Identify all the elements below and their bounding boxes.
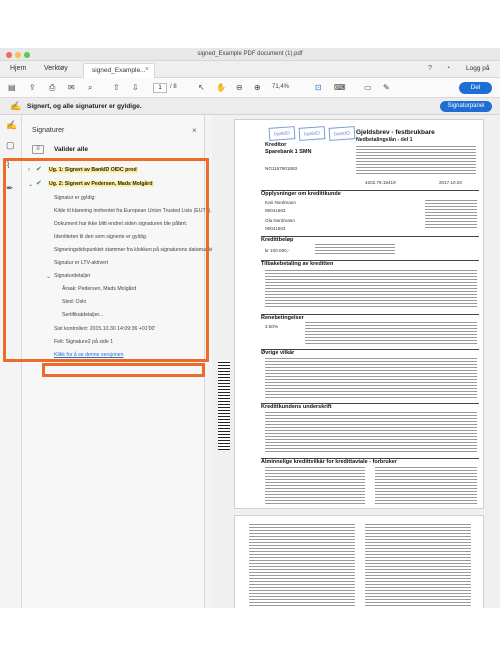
signature-panel-title: Signaturer: [32, 127, 65, 134]
signature-rail-icon[interactable]: ✍: [6, 120, 17, 131]
tab-tools[interactable]: Verktøy: [44, 65, 68, 72]
tab-home[interactable]: Hjem: [10, 65, 26, 72]
bankid-stamp: bankID: [328, 126, 356, 141]
bankid-stamp: bankID: [268, 126, 296, 141]
creditor-label: Kreditor: [265, 142, 287, 148]
next-page-icon[interactable]: ⇩: [132, 83, 139, 93]
mail-icon[interactable]: ✉: [68, 83, 75, 93]
form-icon[interactable]: ⌨: [334, 83, 346, 93]
document-subtitle: Nedbetalingslån - del 1: [356, 137, 413, 143]
create-file-icon[interactable]: ▤: [8, 83, 16, 93]
terms-text-block: [265, 358, 477, 398]
page2-right-column: [365, 524, 471, 608]
amount-text-block: [315, 244, 395, 254]
pdf-page-2: [234, 515, 484, 608]
customer-2-name: Ola Nordmann: [265, 218, 295, 223]
heading-text-block: [356, 146, 476, 174]
zoom-level[interactable]: 71,4%: [272, 84, 289, 90]
customer-1-name: Kari Nordmann: [265, 200, 296, 205]
repayment-text-block: [265, 270, 477, 308]
section-interest: Renebetingelser: [261, 314, 479, 321]
select-cursor-icon[interactable]: ↖: [198, 83, 205, 93]
bankid-stamp: bankID: [298, 126, 326, 141]
acrobat-window: signed_Example PDF document (1).pdf Hjem…: [0, 48, 500, 608]
upload-icon[interactable]: ⇪: [29, 83, 36, 93]
tab-row: Hjem Verktøy signed_Example... × ? ◔ Log…: [0, 61, 500, 78]
section-signature: Kredittkundens underskrift: [261, 403, 479, 410]
signature-valid-icon: ✍: [10, 101, 22, 111]
print-icon[interactable]: ⎙: [49, 83, 55, 93]
fit-page-icon[interactable]: ⊡: [315, 83, 322, 93]
share-button[interactable]: Del: [459, 82, 492, 94]
zoom-out-icon[interactable]: ⊖: [236, 83, 243, 93]
toolbar: ▤ ⇪ ⎙ ✉ ⌕ ⇧ ⇩ 1 / 8 ↖ ✋ ⊖ ⊕ 71,4% ⊡ ⌨ ▭ …: [0, 78, 500, 98]
account-number: 4202.79.19419: [365, 180, 396, 185]
document-area: bankID bankID bankID Gjeldsbrev - festbr…: [212, 115, 500, 608]
close-icon[interactable]: ×: [192, 126, 197, 135]
signin-button[interactable]: Logg på: [466, 65, 490, 72]
org-number: NO1187901893: [265, 166, 298, 171]
document-title: Gjeldsbrev - festbrukbare: [356, 129, 435, 136]
options-menu-icon[interactable]: ≡: [32, 145, 44, 154]
customer-2-id: 06041563: [265, 226, 286, 231]
document-date: 2017.10.04: [439, 180, 462, 185]
bank-name: Sparebank 1 SMN: [265, 149, 312, 155]
help-icon[interactable]: ?: [428, 65, 432, 72]
section-amount: Kredittbeløp: [261, 236, 479, 243]
comment-icon[interactable]: ▭: [364, 83, 372, 93]
prev-page-icon[interactable]: ⇧: [113, 83, 120, 93]
bell-icon[interactable]: ◔: [446, 65, 450, 72]
signature-status: Signert, og alle signaturer er gyldige.: [27, 103, 142, 110]
pages-rail-icon[interactable]: ▢: [6, 140, 15, 151]
pdf-page-1: bankID bankID bankID Gjeldsbrev - festbr…: [234, 119, 484, 509]
loan-amount: kr 100.000,-: [265, 248, 290, 253]
interest-text-block: [305, 322, 477, 344]
window-title: signed_Example PDF document (1).pdf: [197, 51, 303, 57]
page-count: / 8: [170, 84, 177, 90]
section-customer: Opplysninger om kredittkunde: [261, 190, 479, 197]
close-icon[interactable]: ×: [145, 66, 149, 73]
section-other-terms: Øvrige vilkår: [261, 349, 479, 356]
customer-text-block: [425, 200, 477, 230]
section-general-terms: Alminnelige kredittvilkår for kredittavt…: [261, 458, 479, 465]
tab-document[interactable]: signed_Example... ×: [83, 63, 155, 78]
page2-left-column: [249, 524, 355, 608]
general-terms-left: [265, 467, 365, 505]
signature-text-block: [265, 412, 477, 452]
title-bar: signed_Example PDF document (1).pdf: [0, 48, 500, 61]
validate-all-button[interactable]: Valider alle: [54, 146, 88, 153]
search-icon[interactable]: ⌕: [88, 83, 92, 93]
hand-icon[interactable]: ✋: [216, 83, 226, 93]
barcode: [218, 360, 230, 450]
annotation-box-panel: [3, 158, 209, 362]
page-number-input[interactable]: 1: [153, 83, 167, 93]
customer-1-id: 06041563: [265, 208, 286, 213]
general-terms-right: [375, 467, 477, 505]
signature-panel-button[interactable]: Signaturpanel: [440, 101, 492, 112]
signature-bar: ✍ Signert, og alle signaturer er gyldige…: [0, 98, 500, 115]
document-tab-label: signed_Example...: [92, 67, 146, 74]
interest-rate: 3.50%: [265, 324, 279, 329]
zoom-in-icon[interactable]: ⊕: [254, 83, 261, 93]
annotation-box-certificate: [42, 363, 205, 377]
pen-icon[interactable]: ✎: [383, 83, 390, 93]
section-repayment: Tilbakebetaling av kreditten: [261, 260, 479, 267]
